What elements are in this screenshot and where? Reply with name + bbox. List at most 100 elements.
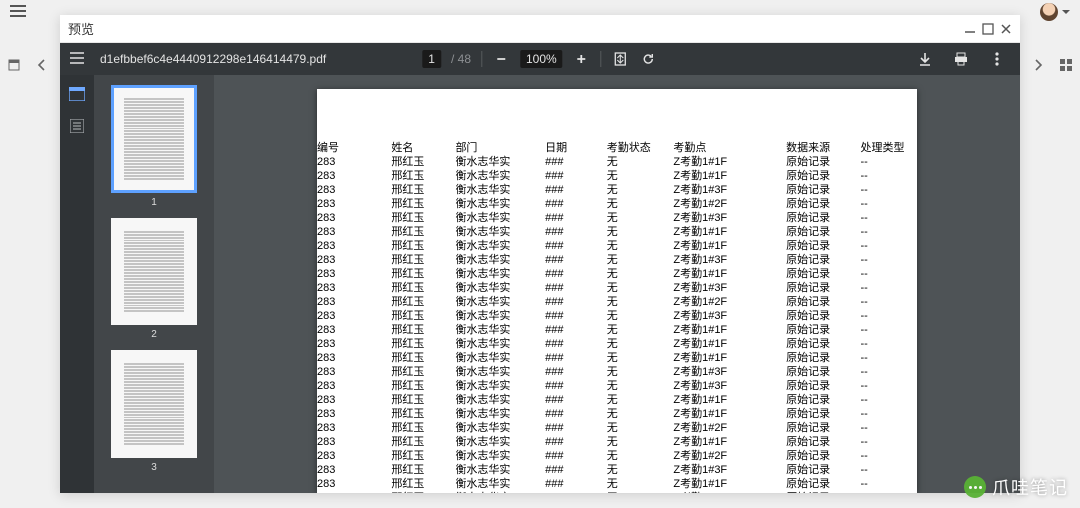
cell-source: 原始记录 [786, 463, 860, 477]
file-name: d1efbbef6c4e4440912298e146414479.pdf [100, 52, 326, 66]
cell-status: 无 [607, 407, 674, 421]
watermark: 爪哇笔记 [964, 474, 1068, 500]
cell-type: -- [861, 407, 917, 421]
cell-source: 原始记录 [786, 379, 860, 393]
cell-dept: 衡水志华实 [455, 267, 545, 281]
cell-type: -- [861, 197, 917, 211]
cell-dept: 衡水志华实 [455, 239, 545, 253]
cell-type: -- [861, 393, 917, 407]
cell-dept: 衡水志华实 [455, 393, 545, 407]
zoom-out-button[interactable] [492, 50, 510, 68]
cell-point: Z考勤1#1F [673, 393, 786, 407]
chevron-down-icon[interactable] [1062, 10, 1070, 15]
cell-name: 邢红玉 [391, 281, 455, 295]
sidebar-toggle-icon[interactable] [70, 52, 84, 67]
cell-type: -- [861, 281, 917, 295]
download-button[interactable] [916, 50, 934, 68]
host-grid-icon[interactable] [1060, 59, 1072, 71]
cell-source: 原始记录 [786, 281, 860, 295]
cell-id: 283 [317, 463, 391, 477]
cell-id: 283 [317, 323, 391, 337]
cell-source: 原始记录 [786, 155, 860, 169]
cell-name: 邢红玉 [391, 449, 455, 463]
cell-status: 无 [607, 295, 674, 309]
cell-id: 283 [317, 407, 391, 421]
cell-status: 无 [607, 309, 674, 323]
cell-dept: 衡水志华实 [455, 407, 545, 421]
cell-name: 邢红玉 [391, 337, 455, 351]
cell-name: 邢红玉 [391, 169, 455, 183]
cell-dept: 衡水志华实 [455, 435, 545, 449]
zoom-level[interactable]: 100% [520, 50, 563, 68]
cell-id: 283 [317, 197, 391, 211]
cell-date: ### [545, 211, 607, 225]
page-current: 1 [428, 52, 435, 66]
cell-date: ### [545, 351, 607, 365]
cell-source: 原始记录 [786, 225, 860, 239]
close-button[interactable] [1000, 23, 1012, 35]
table-row: 283邢红玉衡水志华实###无Z考勤1#1F原始记录-- [317, 323, 917, 337]
host-menu-icon[interactable] [10, 4, 26, 22]
cell-date: ### [545, 435, 607, 449]
cell-source: 原始记录 [786, 295, 860, 309]
page-indicator[interactable]: 1 [422, 50, 441, 68]
cell-type: -- [861, 337, 917, 351]
cell-point: Z考勤1#3F [673, 281, 786, 295]
rotate-button[interactable] [640, 50, 658, 68]
cell-name: 邢红玉 [391, 435, 455, 449]
cell-source: 原始记录 [786, 183, 860, 197]
cell-source: 原始记录 [786, 169, 860, 183]
thumbnail-label: 1 [151, 197, 157, 208]
thumbnails-tab-icon[interactable] [69, 87, 85, 101]
cell-type: -- [861, 477, 917, 491]
col-header-point: 考勤点 [673, 139, 786, 155]
cell-name: 邢红玉 [391, 211, 455, 225]
cell-id: 283 [317, 337, 391, 351]
print-button[interactable] [952, 50, 970, 68]
thumbnail-label: 2 [151, 329, 157, 340]
chevron-right-icon[interactable] [1033, 59, 1043, 71]
outline-tab-icon[interactable] [70, 119, 84, 133]
cell-source: 原始记录 [786, 337, 860, 351]
cell-id: 283 [317, 267, 391, 281]
cell-date: ### [545, 281, 607, 295]
cell-status: 无 [607, 197, 674, 211]
page-area[interactable]: 编号姓名部门日期考勤状态考勤点数据来源处理类型 283邢红玉衡水志华实###无Z… [214, 75, 1020, 493]
more-menu-icon[interactable] [988, 50, 1006, 68]
thumbnail-page[interactable] [111, 218, 197, 326]
table-row: 283邢红玉衡水志华实###无Z考勤1#1F原始记录-- [317, 337, 917, 351]
cell-status: 无 [607, 155, 674, 169]
cell-status: 无 [607, 435, 674, 449]
chevron-left-icon[interactable] [37, 59, 47, 71]
cell-point: Z考勤1#3F [673, 463, 786, 477]
cell-name: 邢红玉 [391, 155, 455, 169]
thumbnail-column: 123 [94, 75, 214, 493]
cell-name: 邢红玉 [391, 295, 455, 309]
avatar[interactable] [1040, 3, 1058, 21]
cell-dept: 衡水志华实 [455, 295, 545, 309]
cell-type: -- [861, 295, 917, 309]
host-thumbnail-icon[interactable] [8, 59, 20, 71]
table-row: 283邢红玉衡水志华实###无Z考勤1#2F原始记录-- [317, 449, 917, 463]
viewer-toolbar: d1efbbef6c4e4440912298e146414479.pdf 1 /… [60, 43, 1020, 75]
maximize-button[interactable] [982, 23, 994, 35]
table-row: 283邢红玉衡水志华实###无Z考勤1#1F原始记录-- [317, 169, 917, 183]
cell-source: 原始记录 [786, 449, 860, 463]
zoom-in-button[interactable] [573, 50, 591, 68]
minimize-button[interactable] [964, 23, 976, 35]
cell-date: ### [545, 463, 607, 477]
thumbnail-page[interactable] [111, 350, 197, 458]
cell-type: -- [861, 183, 917, 197]
cell-id: 283 [317, 393, 391, 407]
cell-id: 283 [317, 295, 391, 309]
fit-page-button[interactable] [612, 50, 630, 68]
table-row: 283邢红玉衡水志华实###无Z考勤1#1F原始记录-- [317, 225, 917, 239]
cell-dept: 衡水志华实 [455, 155, 545, 169]
cell-status: 无 [607, 225, 674, 239]
cell-status: 无 [607, 323, 674, 337]
thumbnail-page[interactable] [111, 85, 197, 193]
cell-status: 无 [607, 267, 674, 281]
cell-point: Z考勤1#1F [673, 435, 786, 449]
cell-date: ### [545, 267, 607, 281]
cell-type: -- [861, 309, 917, 323]
